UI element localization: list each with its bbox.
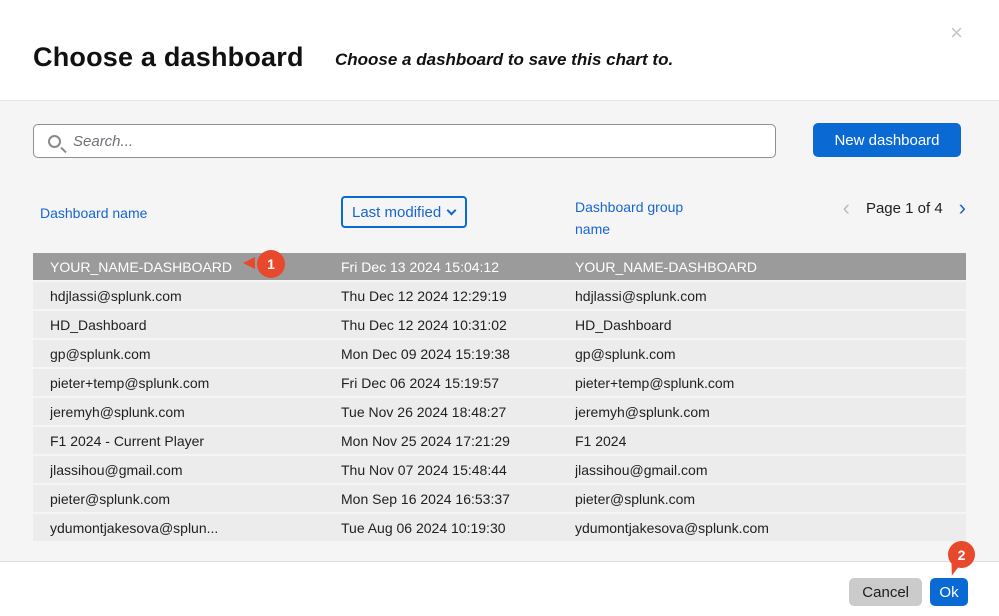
cell-name: pieter@splunk.com bbox=[50, 491, 341, 507]
chevron-down-icon bbox=[447, 205, 457, 215]
cell-modified: Tue Nov 26 2024 18:48:27 bbox=[341, 404, 575, 420]
cell-modified: Thu Dec 12 2024 12:29:19 bbox=[341, 288, 575, 304]
cell-modified: Fri Dec 13 2024 15:04:12 bbox=[341, 259, 575, 275]
cell-modified: Mon Sep 16 2024 16:53:37 bbox=[341, 491, 575, 507]
new-dashboard-button[interactable]: New dashboard bbox=[813, 123, 961, 157]
cell-group: F1 2024 bbox=[575, 433, 966, 449]
cell-modified: Thu Dec 12 2024 10:31:02 bbox=[341, 317, 575, 333]
column-dashboard-name[interactable]: Dashboard name bbox=[40, 205, 147, 221]
cell-name: ydumontjakesova@splun... bbox=[50, 520, 341, 536]
table-row[interactable]: jlassihou@gmail.comThu Nov 07 2024 15:48… bbox=[33, 456, 966, 483]
table-row[interactable]: hdjlassi@splunk.comThu Dec 12 2024 12:29… bbox=[33, 282, 966, 309]
table-row[interactable]: pieter@splunk.comMon Sep 16 2024 16:53:3… bbox=[33, 485, 966, 512]
table-row[interactable]: jeremyh@splunk.comTue Nov 26 2024 18:48:… bbox=[33, 398, 966, 425]
annotation-badge-1: 1 bbox=[257, 250, 285, 278]
cell-name: gp@splunk.com bbox=[50, 346, 341, 362]
table-row[interactable]: YOUR_NAME-DASHBOARDFri Dec 13 2024 15:04… bbox=[33, 253, 966, 280]
cell-modified: Fri Dec 06 2024 15:19:57 bbox=[341, 375, 575, 391]
table-row[interactable]: pieter+temp@splunk.comFri Dec 06 2024 15… bbox=[33, 369, 966, 396]
cell-modified: Thu Nov 07 2024 15:48:44 bbox=[341, 462, 575, 478]
cell-group: pieter@splunk.com bbox=[575, 491, 966, 507]
page-subtitle: Choose a dashboard to save this chart to… bbox=[335, 50, 673, 70]
cell-group: gp@splunk.com bbox=[575, 346, 966, 362]
cell-group: jeremyh@splunk.com bbox=[575, 404, 966, 420]
cancel-button[interactable]: Cancel bbox=[849, 578, 922, 606]
table-row[interactable]: ydumontjakesova@splun...Tue Aug 06 2024 … bbox=[33, 514, 966, 541]
search-box bbox=[33, 124, 776, 158]
column-dashboard-group-name[interactable]: Dashboard group name bbox=[575, 196, 695, 241]
cell-group: HD_Dashboard bbox=[575, 317, 966, 333]
table-row[interactable]: gp@splunk.comMon Dec 09 2024 15:19:38gp@… bbox=[33, 340, 966, 367]
page-title: Choose a dashboard bbox=[33, 42, 304, 73]
modal-footer: Cancel Ok bbox=[0, 561, 999, 616]
cell-modified: Tue Aug 06 2024 10:19:30 bbox=[341, 520, 575, 536]
page-prev-icon[interactable]: ‹ bbox=[843, 197, 850, 219]
modal-body: New dashboard Dashboard name Last modifi… bbox=[0, 100, 999, 561]
search-input[interactable] bbox=[61, 133, 765, 150]
cell-name: hdjlassi@splunk.com bbox=[50, 288, 341, 304]
cell-group: ydumontjakesova@splunk.com bbox=[575, 520, 966, 536]
last-modified-dropdown[interactable]: Last modified bbox=[341, 196, 467, 228]
ok-button[interactable]: Ok bbox=[930, 578, 968, 606]
cell-name: jeremyh@splunk.com bbox=[50, 404, 341, 420]
last-modified-label: Last modified bbox=[352, 204, 441, 221]
page-label: Page 1 of 4 bbox=[866, 200, 943, 217]
cell-group: hdjlassi@splunk.com bbox=[575, 288, 966, 304]
pagination: ‹ Page 1 of 4 › bbox=[843, 197, 966, 219]
cell-group: pieter+temp@splunk.com bbox=[575, 375, 966, 391]
cell-name: F1 2024 - Current Player bbox=[50, 433, 341, 449]
cell-name: jlassihou@gmail.com bbox=[50, 462, 341, 478]
table-row[interactable]: F1 2024 - Current PlayerMon Nov 25 2024 … bbox=[33, 427, 966, 454]
annotation-badge-1-tail bbox=[243, 257, 255, 269]
page-next-icon[interactable]: › bbox=[959, 197, 966, 219]
cell-name: YOUR_NAME-DASHBOARD bbox=[50, 259, 341, 275]
table-body: YOUR_NAME-DASHBOARDFri Dec 13 2024 15:04… bbox=[33, 253, 966, 543]
table-row[interactable]: HD_DashboardThu Dec 12 2024 10:31:02HD_D… bbox=[33, 311, 966, 338]
close-icon[interactable]: × bbox=[950, 22, 963, 44]
search-icon bbox=[48, 135, 61, 148]
cell-name: HD_Dashboard bbox=[50, 317, 341, 333]
cell-modified: Mon Nov 25 2024 17:21:29 bbox=[341, 433, 575, 449]
cell-modified: Mon Dec 09 2024 15:19:38 bbox=[341, 346, 575, 362]
annotation-badge-2: 2 bbox=[948, 541, 975, 568]
cell-group: jlassihou@gmail.com bbox=[575, 462, 966, 478]
modal-header: Choose a dashboard Choose a dashboard to… bbox=[0, 0, 999, 100]
choose-dashboard-modal: Choose a dashboard Choose a dashboard to… bbox=[0, 0, 999, 616]
cell-group: YOUR_NAME-DASHBOARD bbox=[575, 259, 966, 275]
table-column-header: Dashboard name Last modified Dashboard g… bbox=[33, 189, 966, 237]
cell-name: pieter+temp@splunk.com bbox=[50, 375, 341, 391]
